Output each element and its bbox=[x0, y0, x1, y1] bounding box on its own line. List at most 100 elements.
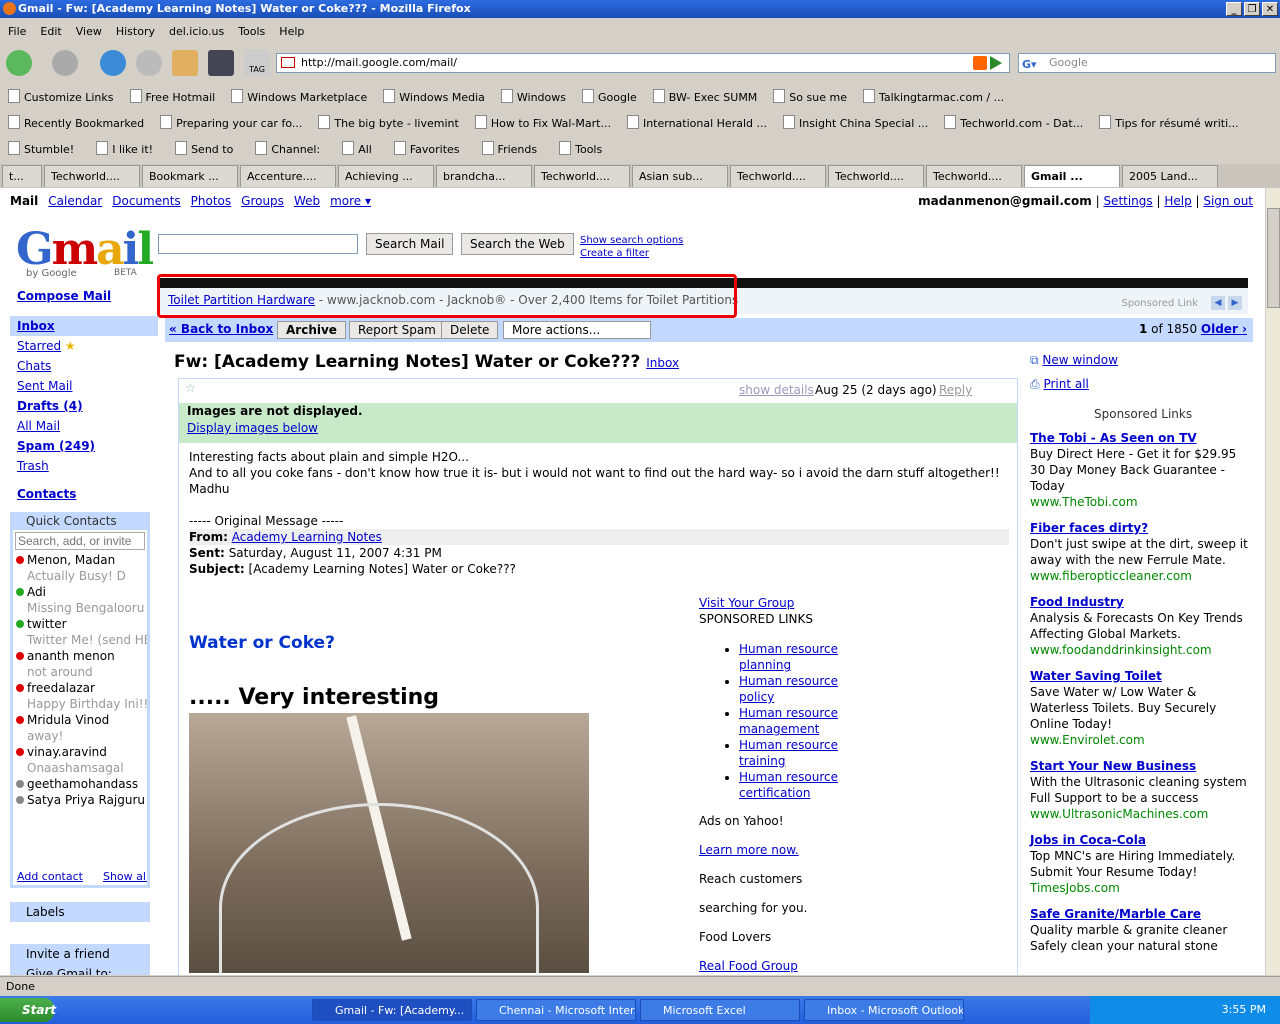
nav-spam[interactable]: Spam (249) bbox=[10, 436, 158, 456]
bookmark-item[interactable]: Free Hotmail bbox=[130, 89, 216, 104]
mail-search-input[interactable] bbox=[158, 234, 358, 254]
browser-tab[interactable]: t... bbox=[2, 165, 42, 187]
nav-chats[interactable]: Chats bbox=[10, 356, 158, 376]
menu-tools[interactable]: Tools bbox=[238, 22, 265, 42]
reply-link[interactable]: Reply bbox=[939, 383, 972, 397]
bookmark-item[interactable]: Windows Media bbox=[383, 89, 485, 104]
menu-help[interactable]: Help bbox=[279, 22, 304, 42]
nav-contacts[interactable]: Contacts bbox=[10, 484, 158, 504]
contact-item[interactable]: Mridula Vinod away! bbox=[13, 712, 147, 744]
nav-sent-label[interactable]: Sent Mail bbox=[17, 379, 73, 393]
hr-link[interactable]: Human resource certification bbox=[739, 770, 838, 800]
nav-contacts-label[interactable]: Contacts bbox=[17, 487, 76, 501]
browser-tab[interactable]: 2005 Land... bbox=[1122, 165, 1218, 187]
browser-tab[interactable]: Techworld.... bbox=[534, 165, 630, 187]
ad-title-link[interactable]: Fiber faces dirty? bbox=[1030, 521, 1148, 535]
bookmark-item[interactable]: The big byte - livemint bbox=[318, 115, 458, 130]
new-window-link[interactable]: New window bbox=[1042, 353, 1118, 367]
tools-dropdown[interactable]: Tools bbox=[559, 141, 602, 156]
groups-link[interactable]: Groups bbox=[241, 194, 284, 208]
taskbar-outlook[interactable]: Inbox - Microsoft Outlook bbox=[804, 999, 964, 1021]
nav-chats-label[interactable]: Chats bbox=[17, 359, 51, 373]
bookmark-item[interactable]: How to Fix Wal-Mart... bbox=[475, 115, 611, 130]
browser-tab[interactable]: Techworld.... bbox=[926, 165, 1022, 187]
show-search-options-link[interactable]: Show search options bbox=[580, 235, 683, 246]
mail-link[interactable]: Mail bbox=[10, 194, 38, 208]
learn-more-link[interactable]: Learn more now. bbox=[699, 843, 799, 857]
hr-link[interactable]: Human resource policy bbox=[739, 674, 838, 704]
menu-delicious[interactable]: del.icio.us bbox=[169, 22, 224, 42]
friends-button[interactable]: Friends bbox=[482, 141, 538, 156]
nav-trash-label[interactable]: Trash bbox=[17, 459, 49, 473]
tag-icon[interactable]: TAG bbox=[244, 50, 270, 76]
contact-item[interactable]: ananth menon not around bbox=[13, 648, 147, 680]
real-food-link[interactable]: Real Food Group bbox=[699, 959, 798, 973]
inbox-label-link[interactable]: Inbox bbox=[646, 356, 679, 370]
visit-group-link[interactable]: Visit Your Group bbox=[699, 596, 794, 610]
menu-edit[interactable]: Edit bbox=[40, 22, 61, 42]
search-box[interactable]: G▾ Google bbox=[1018, 53, 1276, 73]
report-spam-button[interactable]: Report Spam bbox=[349, 321, 445, 339]
contact-item[interactable]: Adi Missing Bengalooru bbox=[13, 584, 147, 616]
forward-icon[interactable] bbox=[52, 50, 78, 76]
bookmark-item[interactable]: Windows bbox=[501, 89, 566, 104]
more-link[interactable]: more ▾ bbox=[330, 194, 371, 208]
hr-link[interactable]: Human resource management bbox=[739, 706, 838, 736]
hr-link[interactable]: Human resource training bbox=[739, 738, 838, 768]
start-button[interactable]: Start bbox=[0, 998, 56, 1022]
signout-link[interactable]: Sign out bbox=[1203, 194, 1253, 208]
quick-contacts-title[interactable]: Quick Contacts bbox=[10, 512, 150, 530]
star-outline-icon[interactable]: ☆ bbox=[185, 381, 196, 395]
contact-item[interactable]: freedalazar Happy Birthday Ini!! bbox=[13, 680, 147, 712]
favorites-button[interactable]: Favorites bbox=[394, 141, 460, 156]
browser-tab[interactable]: Bookmark ... bbox=[142, 165, 238, 187]
browser-tab[interactable]: Accenture.... bbox=[240, 165, 336, 187]
print-all-link[interactable]: Print all bbox=[1043, 377, 1088, 391]
browser-tab[interactable]: Techworld.... bbox=[828, 165, 924, 187]
web-link[interactable]: Web bbox=[294, 194, 320, 208]
older-link[interactable]: Older › bbox=[1201, 322, 1247, 336]
send-to-button[interactable]: Send to bbox=[175, 141, 233, 156]
vertical-scrollbar[interactable] bbox=[1265, 188, 1280, 975]
bookmark-item[interactable]: Recently Bookmarked bbox=[8, 115, 144, 130]
next-ad-icon[interactable]: ▶ bbox=[1228, 296, 1242, 310]
show-all-link[interactable]: Show all bbox=[103, 870, 147, 883]
help-link[interactable]: Help bbox=[1164, 194, 1191, 208]
home-icon[interactable] bbox=[172, 50, 198, 76]
rss-icon[interactable] bbox=[973, 56, 987, 70]
back-icon[interactable] bbox=[6, 50, 32, 76]
contact-item[interactable]: vinay.aravind Onaashamsagal bbox=[13, 744, 147, 776]
prev-ad-icon[interactable]: ◀ bbox=[1211, 296, 1225, 310]
bookmark-item[interactable]: Customize Links bbox=[8, 89, 114, 104]
restore-button[interactable]: ❐ bbox=[1244, 2, 1260, 16]
nav-sent[interactable]: Sent Mail bbox=[10, 376, 158, 396]
nav-all-mail[interactable]: All Mail bbox=[10, 416, 158, 436]
nav-spam-label[interactable]: Spam (249) bbox=[17, 439, 95, 453]
all-dropdown[interactable]: All bbox=[342, 141, 372, 156]
labels-panel[interactable]: Labels bbox=[10, 902, 150, 922]
taskbar-gmail[interactable]: Gmail - Fw: [Academy... bbox=[312, 999, 472, 1021]
go-icon[interactable] bbox=[990, 56, 1002, 70]
nav-inbox[interactable]: Inbox bbox=[10, 316, 158, 336]
bookmark-item[interactable]: BW- Exec SUMM bbox=[653, 89, 758, 104]
nav-drafts[interactable]: Drafts (4) bbox=[10, 396, 158, 416]
from-link[interactable]: Academy Learning Notes bbox=[232, 530, 382, 544]
bookmark-icon[interactable] bbox=[208, 50, 234, 76]
ad-title-link[interactable]: Water Saving Toilet bbox=[1030, 669, 1162, 683]
reload-icon[interactable] bbox=[100, 50, 126, 76]
bookmark-item[interactable]: Google bbox=[582, 89, 637, 104]
compose-mail-link[interactable]: Compose Mail bbox=[17, 289, 111, 303]
taskbar-ie[interactable]: Chennai - Microsoft Inter... bbox=[476, 999, 636, 1021]
ad-title-link[interactable]: Start Your New Business bbox=[1030, 759, 1196, 773]
contact-item[interactable]: geethamohandass bbox=[13, 776, 147, 792]
nav-starred[interactable]: Starred ★ bbox=[10, 336, 158, 356]
bookmark-item[interactable]: Insight China Special ... bbox=[783, 115, 928, 130]
stumble-button[interactable]: Stumble! bbox=[8, 141, 74, 156]
contact-item[interactable]: twitter Twitter Me! (send HE bbox=[13, 616, 147, 648]
more-actions-select[interactable]: More actions... bbox=[503, 321, 651, 339]
minimize-button[interactable]: _ bbox=[1226, 2, 1242, 16]
calendar-link[interactable]: Calendar bbox=[48, 194, 102, 208]
menu-history[interactable]: History bbox=[116, 22, 155, 42]
contact-item[interactable]: Satya Priya Rajguru bbox=[13, 792, 147, 808]
delete-button[interactable]: Delete bbox=[441, 321, 499, 339]
